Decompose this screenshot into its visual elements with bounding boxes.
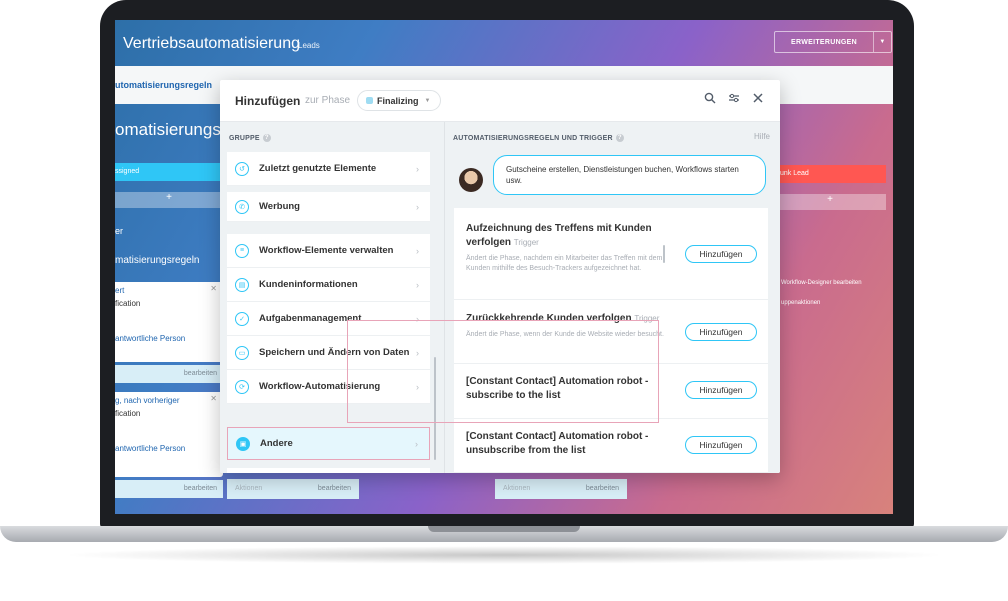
add-stage-button-left[interactable]: +: [115, 192, 223, 208]
help-link[interactable]: Hilfe: [754, 132, 770, 141]
background-heading: omatisierungsr: [115, 120, 227, 139]
database-icon: ▭: [235, 345, 249, 360]
add-rule-button[interactable]: Hinzufügen: [685, 323, 757, 341]
group-item-label: Workflow-Elemente verwalten: [259, 245, 394, 256]
rule-title: [Constant Contact] Automation robot - un…: [466, 430, 676, 458]
robot-icon: ⟳: [235, 379, 249, 394]
phase-value: Finalizing: [377, 95, 419, 106]
chevron-right-icon: ›: [416, 245, 419, 256]
group-item[interactable]: ▤ Kundeninformationen ›: [227, 268, 430, 302]
close-icon[interactable]: ✕: [210, 394, 217, 403]
page-title: Vertriebsautomatisierung: [123, 35, 300, 52]
phase-selector[interactable]: Finalizing ▼: [357, 90, 442, 111]
group-actions-link[interactable]: uppenaktionen: [781, 300, 820, 306]
extensions-button-label: ERWEITERUNGEN: [791, 38, 857, 46]
rule-title-text: Aufzeichnung des Treffens mit Kunden ver…: [466, 223, 652, 248]
other-robot-icon: ▣: [236, 436, 250, 451]
edit-link[interactable]: bearbeiten: [586, 485, 619, 492]
extensions-button[interactable]: ERWEITERUNGEN ▼: [774, 31, 892, 53]
help-icon[interactable]: ?: [615, 134, 624, 142]
group-item[interactable]: ≡ Workflow-Elemente verwalten ›: [227, 234, 430, 268]
close-icon[interactable]: [750, 92, 766, 108]
stage-header-right: unk Lead: [774, 165, 886, 183]
rule-card-type: fication: [115, 409, 141, 418]
rule-card-footer: bearbeiten: [115, 480, 223, 498]
workflow-designer-link[interactable]: Workflow-Designer bearbeiten: [781, 280, 862, 286]
contact-card-icon: ▤: [235, 277, 249, 292]
task-icon: ✓: [235, 311, 249, 326]
group-item-label: Werbung: [259, 201, 300, 212]
close-icon[interactable]: ✕: [210, 284, 217, 293]
actions-label: Aktionen: [235, 485, 263, 492]
rule-list-item[interactable]: [Constant Contact] Automation robot - un…: [454, 419, 768, 473]
rule-title: Aufzeichnung des Treffens mit Kunden ver…: [466, 222, 676, 250]
trigger-label: er: [115, 226, 124, 236]
stage-header-left: ssigned: [115, 163, 223, 181]
rules-label: matisierungsregeln: [115, 255, 200, 266]
rule-card-title[interactable]: g, nach vorheriger: [115, 396, 179, 405]
column-footer: Aktionen bearbeiten: [495, 479, 627, 499]
rule-title-text: [Constant Contact] Automation robot - un…: [466, 431, 649, 456]
rule-card-responsible[interactable]: antwortliche Person: [115, 334, 185, 343]
group-header: GRUPPE?: [229, 134, 271, 142]
rule-card-responsible[interactable]: antwortliche Person: [115, 444, 185, 453]
rule-description: Ändert die Phase, nachdem ein Mitarbeite…: [466, 255, 663, 272]
add-rule-button[interactable]: Hinzufügen: [685, 436, 757, 454]
chevron-right-icon: ›: [416, 163, 419, 174]
hint-bubble: Gutscheine erstellen, Dienstleistungen b…: [493, 155, 766, 195]
rule-card-footer: bearbeiten: [115, 365, 223, 383]
actions-label: Aktionen: [503, 485, 531, 492]
rule-card[interactable]: ert fication antwortliche Person ✕: [115, 282, 223, 362]
add-rule-button[interactable]: Hinzufügen: [685, 245, 757, 263]
settings-sliders-icon[interactable]: [726, 92, 742, 108]
app-screen: Vertriebsautomatisierung Leads ERWEITERU…: [115, 20, 893, 514]
rules-header: AUTOMATISIERUNGSREGELN UND TRIGGER?: [453, 134, 624, 142]
rule-card[interactable]: g, nach vorheriger fication antwortliche…: [115, 392, 223, 477]
megaphone-icon: ✆: [235, 199, 249, 214]
group-item-label: Zuletzt genutzte Elemente: [259, 163, 377, 174]
group-item[interactable]: ↺ Zuletzt genutzte Elemente ›: [227, 152, 430, 186]
rule-card-type: fication: [115, 299, 141, 308]
group-item-label: Kundeninformationen: [259, 279, 358, 290]
search-icon[interactable]: [702, 92, 718, 108]
dialog-title: Hinzufügen: [235, 94, 301, 108]
phase-color-swatch: [366, 97, 373, 104]
chevron-right-icon: ›: [416, 201, 419, 212]
app-header: Vertriebsautomatisierung Leads ERWEITERU…: [115, 20, 893, 66]
edit-link[interactable]: bearbeiten: [184, 485, 217, 492]
dialog-header: Hinzufügen zur Phase Finalizing ▼: [220, 80, 780, 122]
filter-icon: ≡: [235, 243, 249, 258]
phase-prefix: zur Phase: [305, 95, 351, 106]
chevron-down-icon: ▼: [424, 97, 431, 104]
add-stage-button-right[interactable]: +: [774, 194, 886, 210]
breadcrumb[interactable]: utomatisierungsregeln: [115, 80, 212, 90]
help-icon[interactable]: ?: [262, 134, 271, 142]
page-subtitle[interactable]: Leads: [298, 41, 320, 50]
laptop-shadow: [60, 546, 948, 564]
rules-header-label: AUTOMATISIERUNGSREGELN UND TRIGGER: [453, 134, 613, 142]
rule-card-title[interactable]: ert: [115, 286, 124, 295]
scrollbar[interactable]: [663, 245, 665, 263]
trigger-tag: Trigger: [513, 238, 539, 247]
rule-list-item[interactable]: Aufzeichnung des Treffens mit Kunden ver…: [454, 208, 768, 300]
group-item[interactable]: ✆ Werbung ›: [227, 192, 430, 222]
add-rule-button[interactable]: Hinzufügen: [685, 381, 757, 399]
group-item-label: Andere: [260, 438, 293, 449]
laptop-frame: Vertriebsautomatisierung Leads ERWEITERU…: [0, 0, 1008, 601]
edit-link[interactable]: bearbeiten: [318, 485, 351, 492]
column-footer: Aktionen bearbeiten: [227, 479, 359, 499]
group-item[interactable]: ⌂Bitrix24.Market›: [227, 468, 430, 473]
avatar: [459, 168, 483, 192]
edit-link[interactable]: bearbeiten: [184, 370, 217, 377]
chevron-right-icon: ›: [416, 279, 419, 290]
group-item[interactable]: ▣ Andere ›: [227, 427, 430, 460]
chevron-down-icon[interactable]: ▼: [873, 32, 891, 52]
highlight-frame: [347, 320, 659, 423]
history-icon: ↺: [235, 161, 249, 176]
chevron-right-icon: ›: [415, 438, 418, 449]
laptop-notch: [428, 526, 580, 532]
group-header-label: GRUPPE: [229, 134, 260, 142]
